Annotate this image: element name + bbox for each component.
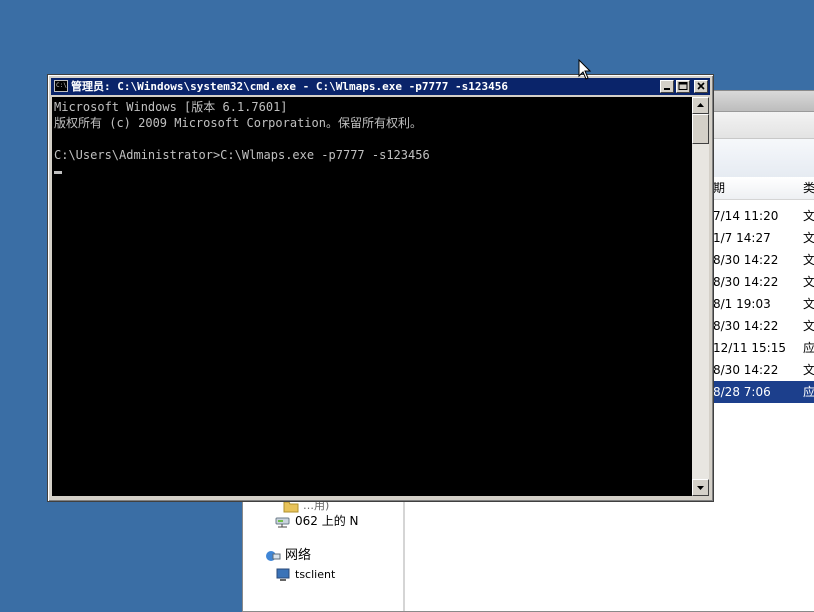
file-row[interactable]: 8/30 14:22 文 xyxy=(709,249,814,271)
file-type: 应 xyxy=(803,341,814,355)
file-type: 文 xyxy=(803,319,814,333)
nav-item-label: 网络 xyxy=(285,548,312,563)
text-cursor xyxy=(54,171,62,174)
file-row[interactable]: 7/14 11:20 文 xyxy=(709,205,814,227)
cmd-titlebar[interactable]: C:\ 管理员: C:\Windows\system32\cmd.exe - C… xyxy=(51,78,710,95)
console-line: Microsoft Windows [版本 6.1.7601] xyxy=(54,100,288,114)
file-type: 文 xyxy=(803,209,814,223)
network-icon xyxy=(265,549,281,563)
console-line: C:\Users\Administrator>C:\Wlmaps.exe -p7… xyxy=(54,148,430,162)
close-button[interactable] xyxy=(694,80,708,93)
file-type: 文 xyxy=(803,363,814,377)
file-row[interactable]: 8/30 14:22 文 xyxy=(709,315,814,337)
file-row[interactable]: 8/1 19:03 文 xyxy=(709,293,814,315)
console-app-icon[interactable]: C:\ xyxy=(54,80,68,92)
scroll-up-button[interactable] xyxy=(692,97,709,114)
file-date: 8/28 7:06 xyxy=(713,385,771,399)
file-date: 8/30 14:22 xyxy=(713,363,779,377)
minimize-icon xyxy=(664,88,670,90)
file-date: 8/30 14:22 xyxy=(713,319,779,333)
file-row-selected[interactable]: 8/28 7:06 应 xyxy=(709,381,814,403)
file-type: 文 xyxy=(803,231,814,245)
file-date: 7/14 11:20 xyxy=(713,209,779,223)
file-row[interactable]: 8/30 14:22 文 xyxy=(709,359,814,381)
cmd-window-title: 管理员: C:\Windows\system32\cmd.exe - C:\Wl… xyxy=(71,80,508,93)
vertical-scrollbar[interactable] xyxy=(692,97,709,496)
minimize-button[interactable] xyxy=(660,80,674,93)
file-row[interactable]: 8/30 14:22 文 xyxy=(709,271,814,293)
nav-item-label: tsclient xyxy=(295,568,336,581)
arrow-up-icon xyxy=(697,103,704,107)
file-type: 文 xyxy=(803,297,814,311)
nav-item-network-drive[interactable]: 062 上的 N xyxy=(275,512,359,530)
column-header-type[interactable]: 类 xyxy=(799,177,814,200)
file-date: 8/30 14:22 xyxy=(713,275,779,289)
console-output[interactable]: Microsoft Windows [版本 6.1.7601] 版权所有 (c)… xyxy=(52,97,692,496)
arrow-down-icon xyxy=(697,486,704,490)
file-date: 8/30 14:22 xyxy=(713,253,779,267)
close-icon xyxy=(697,82,705,90)
nav-item-network[interactable]: 网络 xyxy=(265,547,311,565)
scroll-down-button[interactable] xyxy=(692,479,709,496)
mouse-pointer-icon xyxy=(578,59,592,80)
column-header-date[interactable]: 期 xyxy=(709,177,800,200)
cmd-window[interactable]: C:\ 管理员: C:\Windows\system32\cmd.exe - C… xyxy=(47,74,714,502)
file-date: 12/11 15:15 xyxy=(713,341,786,355)
file-date: 1/7 14:27 xyxy=(713,231,771,245)
computer-icon xyxy=(275,568,291,582)
network-drive-icon xyxy=(275,515,291,529)
file-type: 文 xyxy=(803,253,814,267)
maximize-icon xyxy=(678,82,688,90)
nav-item-tsclient[interactable]: tsclient xyxy=(275,566,335,584)
file-type: 文 xyxy=(803,275,814,289)
console-line: 版权所有 (c) 2009 Microsoft Corporation。保留所有… xyxy=(54,116,422,130)
scrollbar-thumb[interactable] xyxy=(692,114,709,144)
file-type: 应 xyxy=(803,385,814,399)
file-date: 8/1 19:03 xyxy=(713,297,771,311)
maximize-button[interactable] xyxy=(676,80,690,93)
nav-item-label: 062 上的 N xyxy=(295,514,359,528)
file-row[interactable]: 1/7 14:27 文 xyxy=(709,227,814,249)
file-row[interactable]: 12/11 15:15 应 xyxy=(709,337,814,359)
